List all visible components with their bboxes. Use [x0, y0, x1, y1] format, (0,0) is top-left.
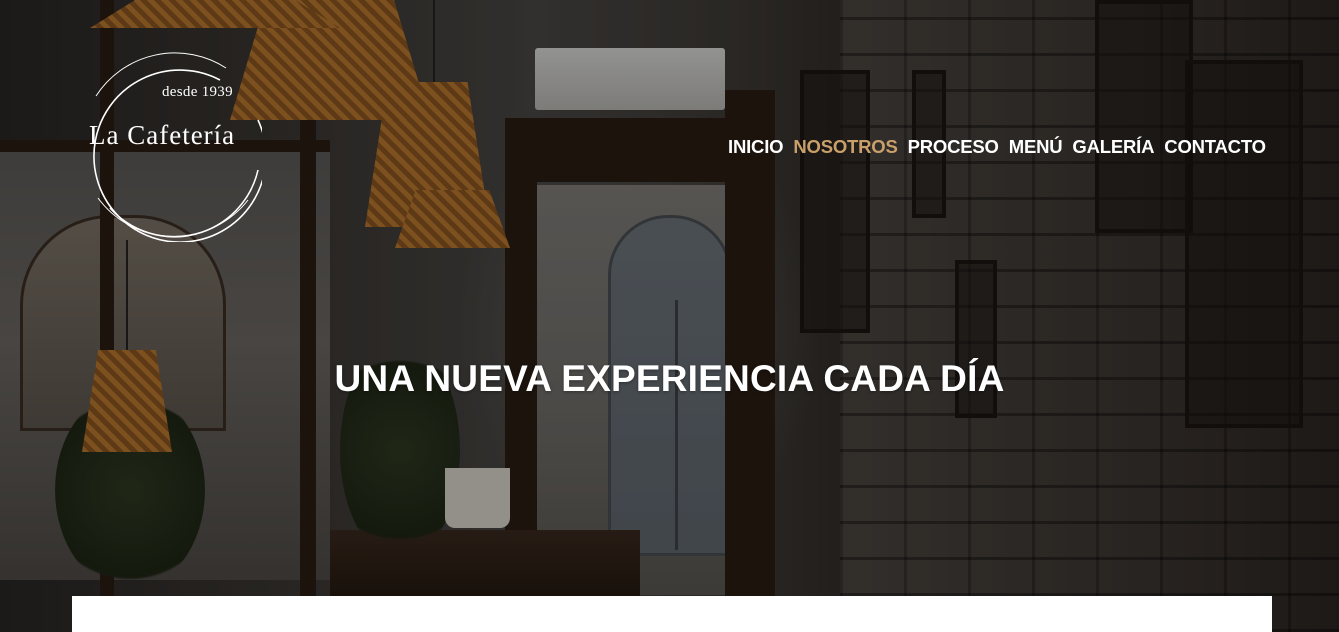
nav-item-proceso[interactable]: PROCESO — [908, 136, 999, 158]
brand-tagline: desde 1939 — [162, 84, 233, 100]
content-card — [72, 596, 1272, 632]
main-navigation: INICIO NOSOTROS PROCESO MENÚ GALERÍA CON… — [728, 136, 1266, 158]
nav-item-inicio[interactable]: INICIO — [728, 136, 784, 158]
nav-item-contacto[interactable]: CONTACTO — [1164, 136, 1266, 158]
nav-item-nosotros[interactable]: NOSOTROS — [793, 136, 897, 158]
brand-logo[interactable]: desde 1939 La Cafetería — [80, 50, 262, 242]
hero-section: desde 1939 La Cafetería INICIO NOSOTROS … — [0, 0, 1339, 632]
hero-title: UNA NUEVA EXPERIENCIA CADA DÍA — [334, 358, 1005, 399]
nav-item-menu[interactable]: MENÚ — [1009, 136, 1063, 158]
brand-name: La Cafetería — [89, 120, 236, 150]
nav-item-galeria[interactable]: GALERÍA — [1072, 136, 1154, 158]
